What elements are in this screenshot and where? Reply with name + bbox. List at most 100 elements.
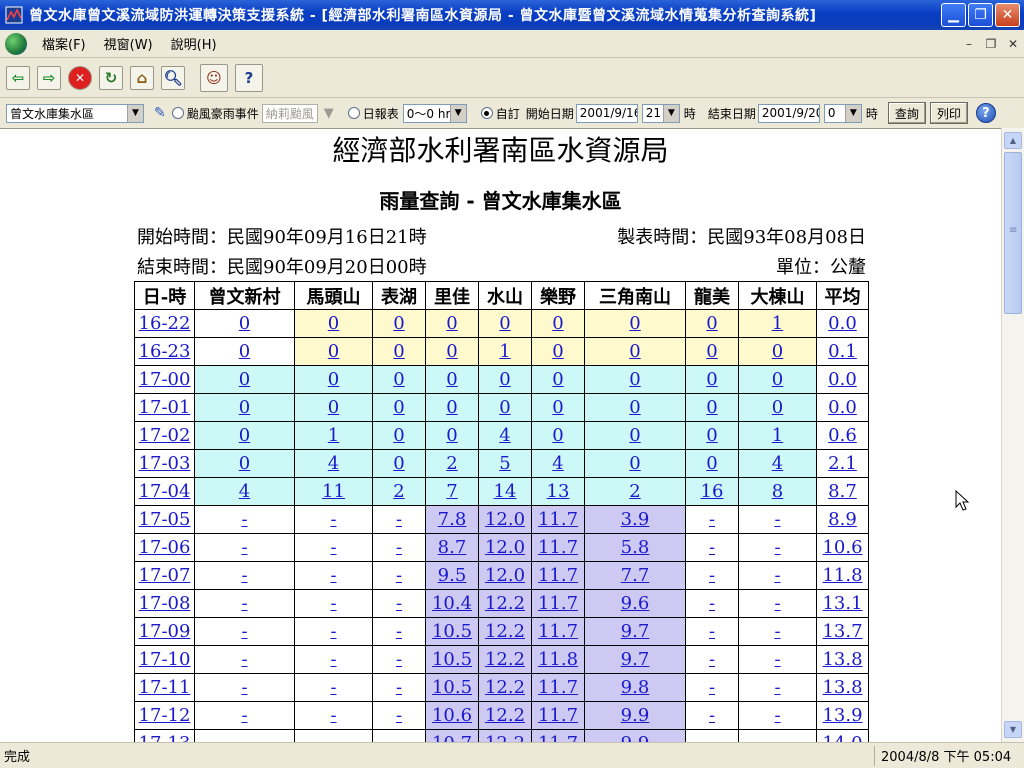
rainfall-cell[interactable]: 0 xyxy=(372,393,426,422)
rainfall-cell[interactable]: - xyxy=(194,645,295,674)
rainfall-cell[interactable]: 0.0 xyxy=(816,393,869,422)
rainfall-value-link[interactable]: 0 xyxy=(446,313,457,334)
rainfall-value-link[interactable]: 0 xyxy=(706,341,717,362)
rainfall-value-link[interactable]: - xyxy=(709,565,715,586)
rainfall-value-link[interactable]: 0 xyxy=(239,341,250,362)
time-link[interactable]: 17-10 xyxy=(139,649,191,670)
rainfall-value-link[interactable]: 7.7 xyxy=(621,565,650,586)
rainfall-value-link[interactable]: 0 xyxy=(446,397,457,418)
rainfall-cell[interactable]: - xyxy=(372,561,426,590)
rainfall-value-link[interactable]: 0 xyxy=(552,313,563,334)
rainfall-cell[interactable]: 9.5 xyxy=(425,561,479,590)
back-button[interactable]: ⇦ xyxy=(6,65,30,90)
rainfall-cell[interactable]: - xyxy=(372,589,426,618)
rainfall-cell[interactable]: - xyxy=(738,589,817,618)
rainfall-cell[interactable]: 0 xyxy=(738,393,817,422)
rainfall-cell[interactable]: 1 xyxy=(294,421,373,450)
rainfall-cell[interactable]: 0 xyxy=(584,449,686,478)
time-cell[interactable]: 17-03 xyxy=(134,449,195,478)
rainfall-cell[interactable]: - xyxy=(685,729,739,742)
rainfall-value-link[interactable]: 12.2 xyxy=(485,733,525,742)
rainfall-value-link[interactable]: 0 xyxy=(499,313,510,334)
rainfall-cell[interactable]: 0 xyxy=(531,337,585,366)
rainfall-value-link[interactable]: - xyxy=(241,593,247,614)
rainfall-value-link[interactable]: 0 xyxy=(328,369,339,390)
rainfall-cell[interactable]: 14 xyxy=(478,477,532,506)
time-cell[interactable]: 17-13 xyxy=(134,729,195,742)
rainfall-value-link[interactable]: - xyxy=(774,621,780,642)
rainfall-value-link[interactable]: - xyxy=(241,509,247,530)
rainfall-value-link[interactable]: - xyxy=(709,649,715,670)
rainfall-value-link[interactable]: - xyxy=(330,537,336,558)
rainfall-value-link[interactable]: 14 xyxy=(494,481,517,502)
mdi-minimize-icon[interactable]: – xyxy=(958,37,980,51)
rainfall-cell[interactable]: 12.0 xyxy=(478,561,532,590)
rainfall-cell[interactable]: 0 xyxy=(425,337,479,366)
rainfall-cell[interactable]: - xyxy=(194,589,295,618)
rainfall-value-link[interactable]: 11.7 xyxy=(538,705,578,726)
rainfall-value-link[interactable]: 12.0 xyxy=(485,509,525,530)
rainfall-cell[interactable]: - xyxy=(685,533,739,562)
rainfall-cell[interactable]: 0 xyxy=(584,421,686,450)
rainfall-value-link[interactable]: 10.5 xyxy=(432,677,472,698)
rainfall-value-link[interactable]: 0 xyxy=(328,313,339,334)
daily-range-select[interactable]: 0～0 hr ▼ xyxy=(402,103,467,123)
rainfall-cell[interactable]: 13.9 xyxy=(816,701,869,730)
time-link[interactable]: 17-11 xyxy=(139,677,191,698)
rainfall-value-link[interactable]: 2 xyxy=(393,481,404,502)
rainfall-value-link[interactable]: 5.8 xyxy=(621,537,650,558)
rainfall-cell[interactable]: 0 xyxy=(738,337,817,366)
rainfall-value-link[interactable]: 0 xyxy=(706,425,717,446)
rainfall-cell[interactable]: - xyxy=(685,645,739,674)
rainfall-cell[interactable]: 0.0 xyxy=(816,365,869,394)
rainfall-value-link[interactable]: 0 xyxy=(393,313,404,334)
rainfall-value-link[interactable]: - xyxy=(396,509,402,530)
rainfall-cell[interactable]: 7.8 xyxy=(425,505,479,534)
rainfall-cell[interactable]: 11.7 xyxy=(531,673,585,702)
rainfall-value-link[interactable]: 12.2 xyxy=(485,705,525,726)
rainfall-cell[interactable]: 5 xyxy=(478,449,532,478)
rainfall-value-link[interactable]: 4 xyxy=(552,453,563,474)
rainfall-cell[interactable]: - xyxy=(685,561,739,590)
mdi-close-icon[interactable]: ✕ xyxy=(1002,37,1024,51)
time-cell[interactable]: 17-09 xyxy=(134,617,195,646)
refresh-button[interactable]: ↻ xyxy=(99,65,123,90)
rainfall-cell[interactable]: 11.7 xyxy=(531,561,585,590)
rainfall-value-link[interactable]: 0 xyxy=(772,369,783,390)
rainfall-cell[interactable]: 10.5 xyxy=(425,673,479,702)
time-cell[interactable]: 17-05 xyxy=(134,505,195,534)
menu-file[interactable]: 檔案(F) xyxy=(33,34,95,53)
rainfall-value-link[interactable]: 3.9 xyxy=(621,509,650,530)
rainfall-cell[interactable]: - xyxy=(294,505,373,534)
rainfall-cell[interactable]: 11.7 xyxy=(531,589,585,618)
rainfall-cell[interactable]: 11.7 xyxy=(531,701,585,730)
area-select[interactable]: 曾文水庫集水區 ▼ xyxy=(6,103,144,123)
rainfall-cell[interactable]: - xyxy=(738,617,817,646)
rainfall-cell[interactable]: 14.0 xyxy=(816,729,869,742)
rainfall-cell[interactable]: 9.8 xyxy=(584,673,686,702)
rainfall-value-link[interactable]: 8.7 xyxy=(438,537,467,558)
rainfall-value-link[interactable]: 0 xyxy=(499,369,510,390)
rainfall-value-link[interactable]: 12.0 xyxy=(485,537,525,558)
scroll-thumb[interactable] xyxy=(1004,152,1022,314)
rainfall-value-link[interactable]: - xyxy=(774,649,780,670)
rainfall-value-link[interactable]: - xyxy=(709,593,715,614)
rainfall-cell[interactable]: 0 xyxy=(372,337,426,366)
rainfall-cell[interactable]: 3.9 xyxy=(584,505,686,534)
rainfall-value-link[interactable]: 8.7 xyxy=(828,481,857,502)
rainfall-value-link[interactable]: 0 xyxy=(629,397,640,418)
rainfall-value-link[interactable]: 0 xyxy=(706,397,717,418)
rainfall-cell[interactable]: 10.5 xyxy=(425,617,479,646)
rainfall-cell[interactable]: 8.7 xyxy=(816,477,869,506)
rainfall-cell[interactable]: - xyxy=(294,673,373,702)
rainfall-cell[interactable]: 1 xyxy=(738,421,817,450)
rainfall-value-link[interactable]: 0 xyxy=(328,341,339,362)
rainfall-value-link[interactable]: 12.2 xyxy=(485,593,525,614)
rainfall-value-link[interactable]: - xyxy=(241,621,247,642)
rainfall-cell[interactable]: 0 xyxy=(294,365,373,394)
end-date-field[interactable]: 2001/9/20 xyxy=(757,103,820,123)
rainfall-value-link[interactable]: 13.7 xyxy=(822,621,862,642)
rainfall-cell[interactable]: 0 xyxy=(194,449,295,478)
rainfall-cell[interactable]: 0 xyxy=(478,309,532,338)
rainfall-value-link[interactable]: - xyxy=(330,509,336,530)
